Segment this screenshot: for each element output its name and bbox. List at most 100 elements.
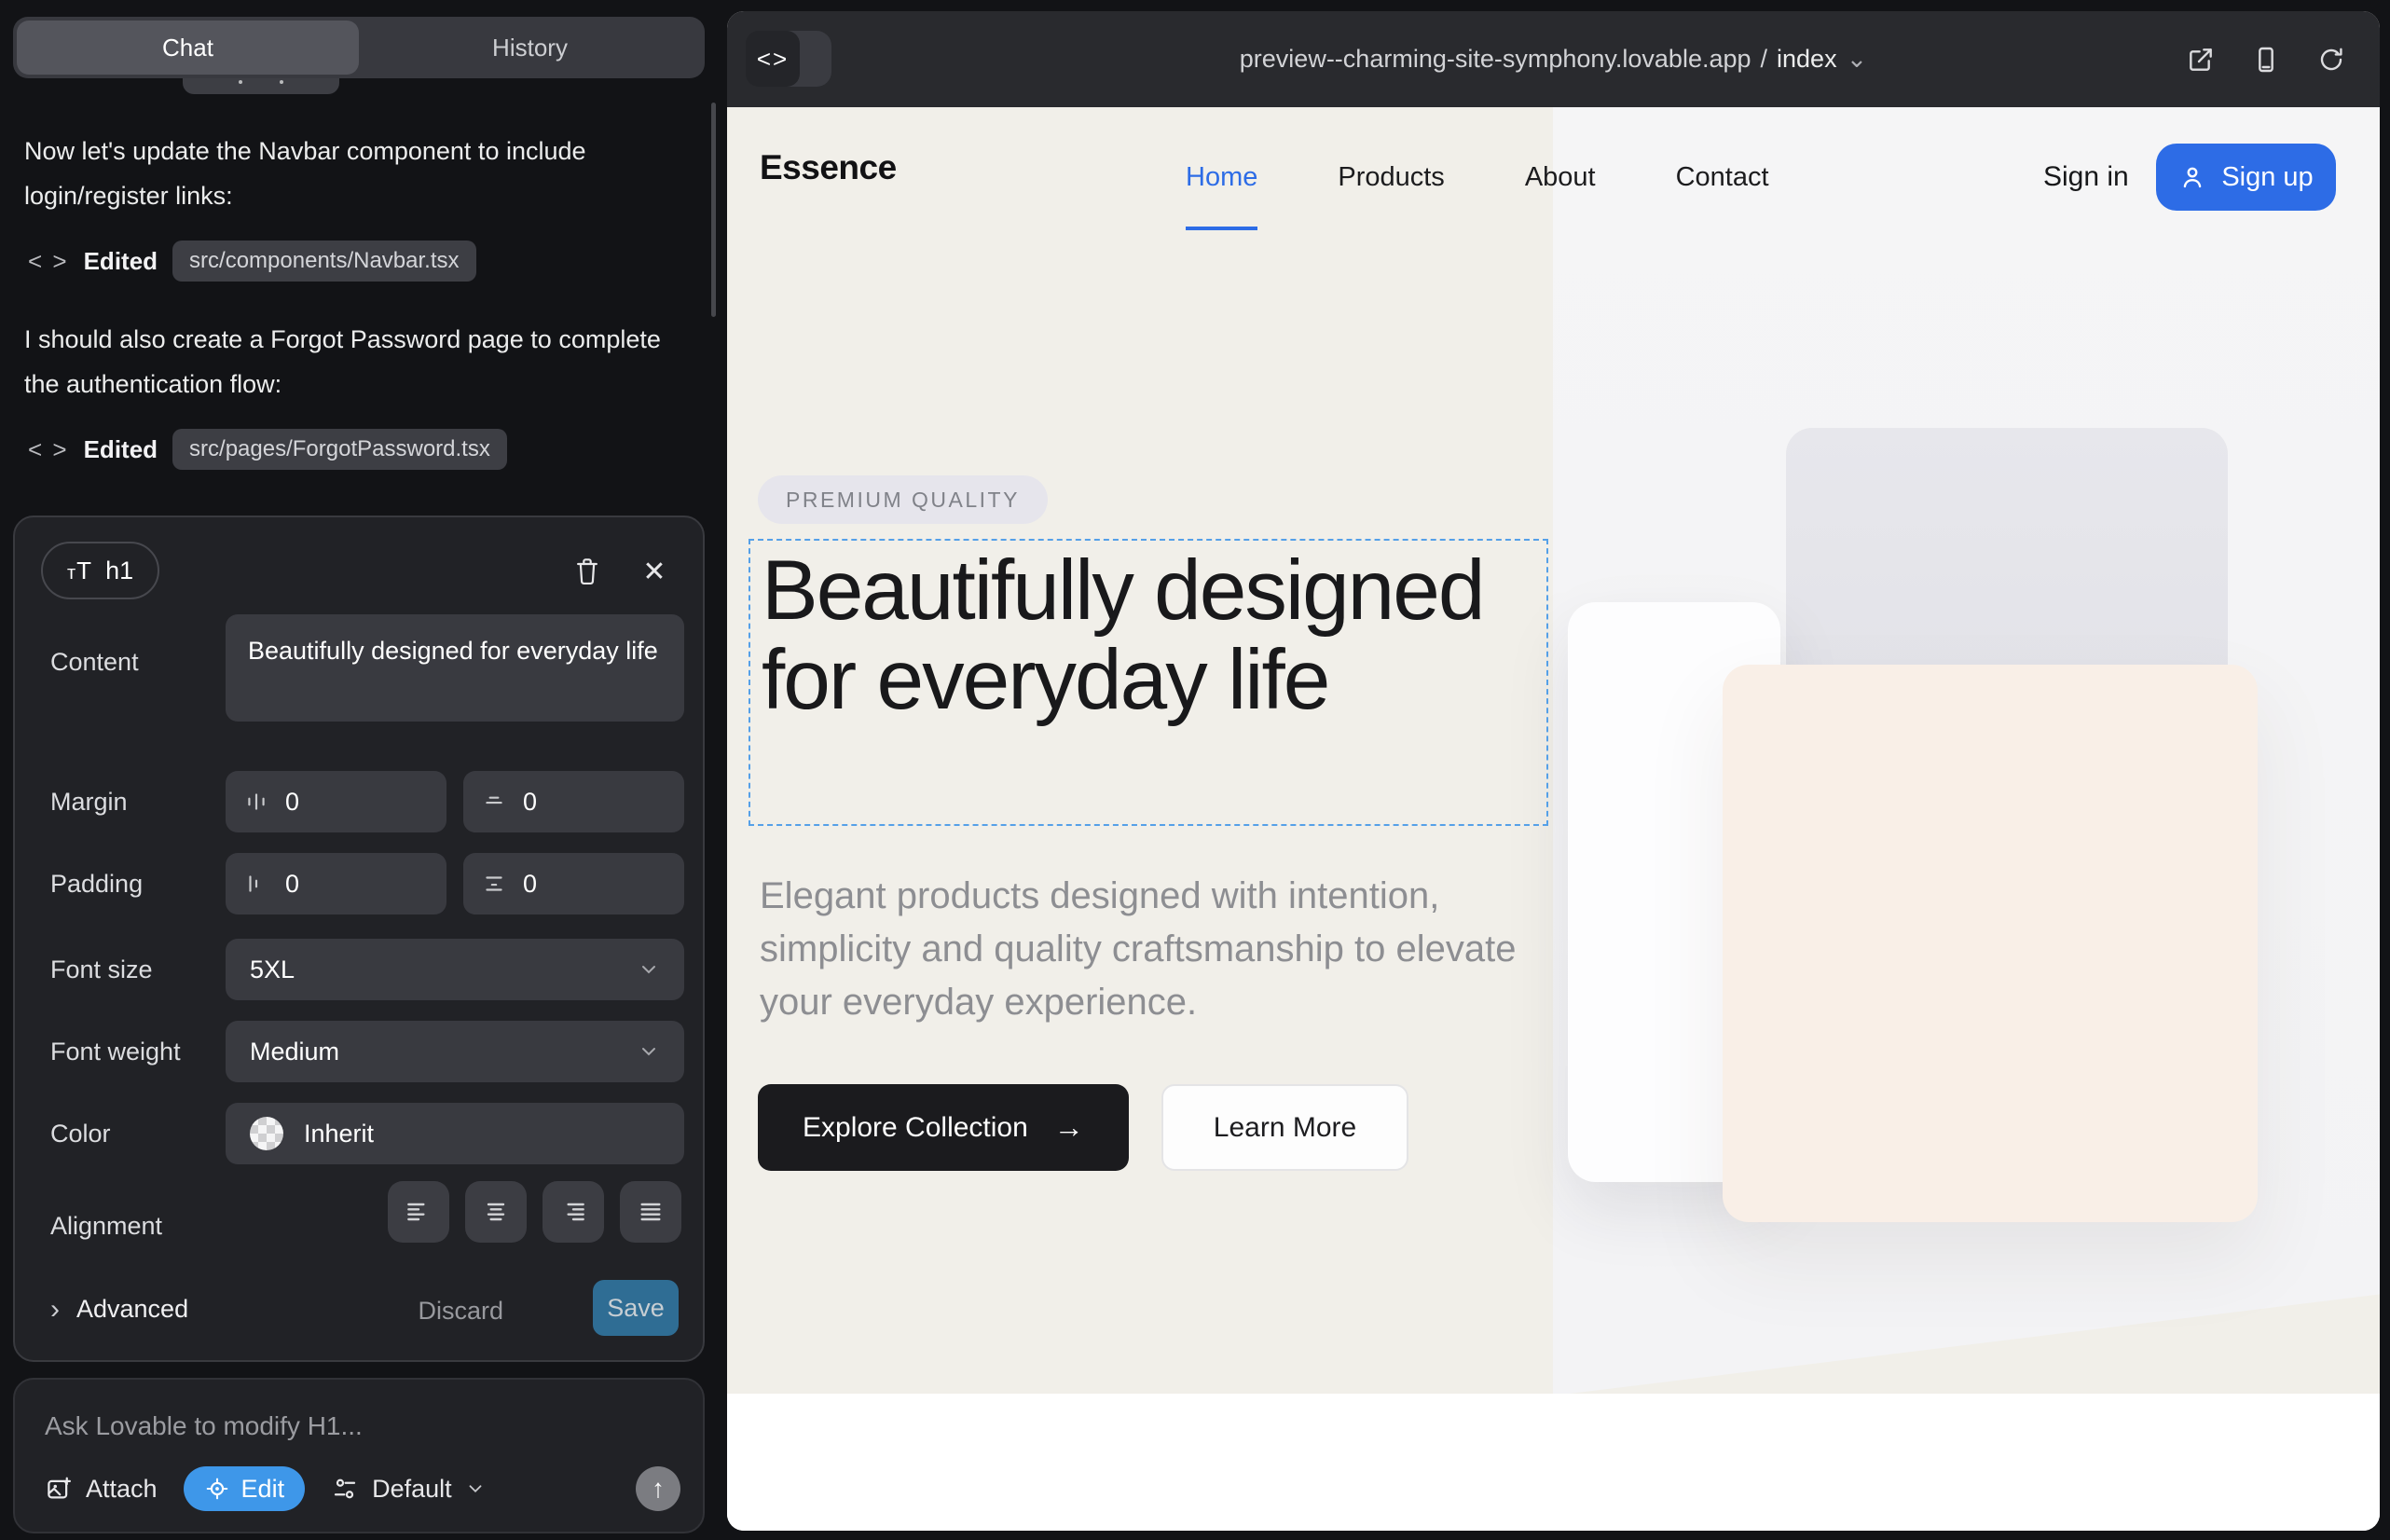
chat-composer: Ask Lovable to modify H1... Attach [13,1378,705,1533]
url-bar[interactable]: preview--charming-site-symphony.lovable.… [727,11,2380,107]
assistant-message: I should also create a Forgot Password p… [24,317,686,406]
margin-x-input[interactable]: 0 [226,771,446,832]
code-icon: < > [28,435,69,464]
chevron-down-icon [638,958,660,981]
explore-collection-button[interactable]: Explore Collection → [758,1084,1129,1171]
tab-chat[interactable]: Chat [17,21,359,75]
align-center-button[interactable] [465,1181,527,1243]
attach-image-icon [45,1475,73,1503]
preview-window: <> preview--charming-site-symphony.lovab… [727,11,2380,1531]
align-right-icon [558,1197,588,1227]
arrow-up-icon: ↑ [652,1474,665,1504]
alignment-label: Alignment [50,1212,162,1241]
send-button[interactable]: ↑ [636,1466,680,1511]
advanced-disclosure[interactable]: › Advanced [50,1295,188,1324]
discard-button[interactable]: Discard [418,1297,503,1326]
site-logo[interactable]: Essence [760,148,897,187]
font-weight-select[interactable]: Medium [226,1021,684,1082]
padding-label: Padding [50,870,143,899]
browser-chrome: <> preview--charming-site-symphony.lovab… [727,11,2380,107]
align-right-button[interactable] [543,1181,604,1243]
element-editor-panel: ᴛT h1 ✕ Content Beautifully designed for… [13,516,705,1362]
color-swatch [250,1117,283,1150]
align-justify-button[interactable] [620,1181,681,1243]
site-navbar: Essence Home Products About Contact Sign… [727,107,2380,247]
chevron-down-icon [465,1478,486,1499]
element-tag-label: h1 [105,557,133,585]
padding-horizontal-icon [244,872,268,896]
margin-label: Margin [50,788,128,817]
arrow-right-icon: → [1054,1110,1084,1145]
color-select[interactable]: Inherit [226,1103,684,1164]
sliders-icon [331,1475,359,1503]
sidebar-scrollbar[interactable] [711,103,716,317]
user-icon [2178,163,2206,191]
file-pill[interactable]: src/pages/ForgotPassword.tsx [172,429,507,470]
font-size-select[interactable]: 5XL [226,939,684,1000]
h1-selection-outline[interactable]: Beautifully designed for everyday life [749,539,1548,826]
external-link-icon [2186,45,2216,75]
url-separator: / [1761,45,1768,74]
refresh-button[interactable] [2314,43,2348,76]
url-host: preview--charming-site-symphony.lovable.… [1240,45,1751,74]
align-justify-icon [636,1197,666,1227]
assistant-message: Now let's update the Navbar component to… [24,129,686,218]
edited-label: Edited [84,247,158,276]
padding-vertical-icon [482,872,506,896]
color-label: Color [50,1120,111,1148]
nav-link-contact[interactable]: Contact [1676,162,1769,193]
font-weight-label: Font weight [50,1038,181,1066]
padding-y-input[interactable]: 0 [463,853,684,914]
site-preview: Essence Home Products About Contact Sign… [727,107,2380,1531]
margin-horizontal-icon [244,790,268,814]
edited-file-row: < > Edited src/components/Navbar.tsx [28,241,476,282]
next-section-background [727,1394,2380,1531]
nav-link-products[interactable]: Products [1338,162,1444,193]
delete-element-button[interactable] [567,551,608,592]
mobile-view-button[interactable] [2249,43,2283,76]
composer-input[interactable]: Ask Lovable to modify H1... [45,1411,363,1441]
text-type-icon: ᴛT [67,557,92,585]
editor-footer: › Advanced Discard Save [15,1267,703,1360]
smartphone-icon [2251,45,2281,75]
hero-heading: Beautifully designed for everyday life [762,546,1535,725]
decor-card-cream [1723,665,2258,1222]
align-left-icon [404,1197,433,1227]
edit-mode-button[interactable]: Edit [184,1466,306,1511]
chevron-down-icon: ⌄ [1847,45,1868,74]
margin-y-input[interactable]: 0 [463,771,684,832]
align-left-button[interactable] [388,1181,449,1243]
file-pill[interactable]: src/components/Navbar.tsx [172,241,475,282]
url-page: index [1777,45,1837,74]
edited-file-row: < > Edited src/pages/ForgotPassword.tsx [28,429,507,470]
scrolled-badge-clipped [183,78,339,94]
crosshair-icon [204,1476,230,1502]
nav-link-home[interactable]: Home [1186,162,1257,193]
content-label: Content [50,648,139,677]
sign-in-link[interactable]: Sign in [2043,107,2129,247]
close-editor-button[interactable]: ✕ [634,551,675,592]
content-input[interactable]: Beautifully designed for everyday life [226,614,684,722]
refresh-icon [2316,45,2346,75]
padding-x-input[interactable]: 0 [226,853,446,914]
hero-paragraph: Elegant products designed with intention… [760,870,1524,1029]
save-button[interactable]: Save [593,1280,679,1336]
chat-history-tabbar: Chat History [13,17,705,78]
sign-up-button[interactable]: Sign up [2156,144,2336,211]
trash-icon [573,557,601,586]
model-default-select[interactable]: Default [331,1475,486,1504]
code-icon: < > [28,247,69,276]
attach-button[interactable]: Attach [45,1475,158,1504]
premium-quality-badge: PREMIUM QUALITY [758,475,1048,524]
learn-more-button[interactable]: Learn More [1161,1084,1408,1171]
close-icon: ✕ [642,556,666,588]
edited-label: Edited [84,435,158,464]
chevron-right-icon: › [50,1297,60,1322]
nav-link-about[interactable]: About [1525,162,1596,193]
lovable-sidebar: Chat History Now let's update the Navbar… [0,0,718,1540]
selected-element-badge[interactable]: ᴛT h1 [41,542,159,599]
chevron-down-icon [638,1040,660,1063]
open-external-button[interactable] [2184,43,2218,76]
font-size-label: Font size [50,956,153,984]
tab-history[interactable]: History [359,21,701,75]
